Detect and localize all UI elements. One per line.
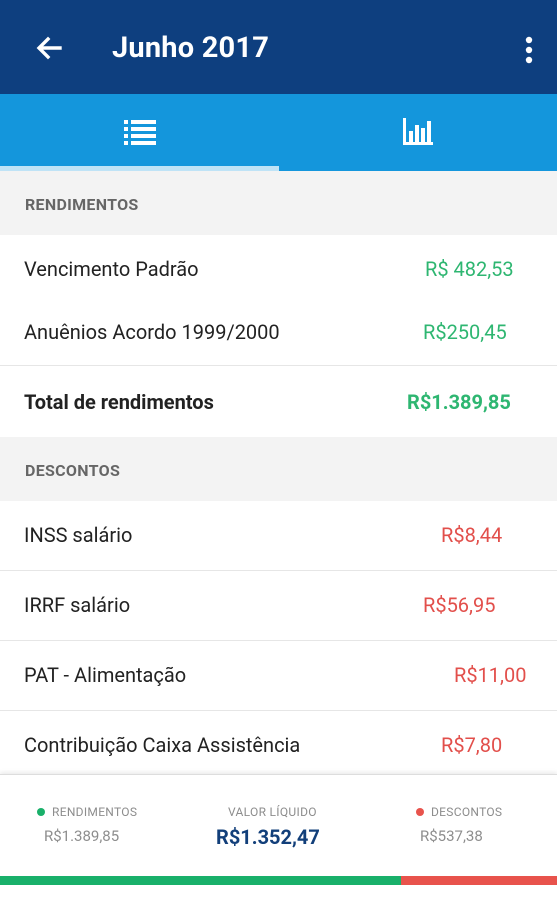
list-item[interactable]: IRRF salário R$56,95 <box>0 571 557 641</box>
income-proportion-bar <box>0 876 401 885</box>
total-label: Total de rendimentos <box>24 390 214 414</box>
valor-liquido-value: R$1.352,47 <box>216 825 320 849</box>
item-label: Vencimento Padrão <box>24 257 199 281</box>
summary-footer: RENDIMENTOS R$1.389,85 VALOR LÍQUIDO R$1… <box>0 774 557 900</box>
rendimentos-summary-label: RENDIMENTOS <box>52 805 138 819</box>
deduction-dot-icon <box>416 808 424 816</box>
page-title: Junho 2017 <box>112 31 270 65</box>
section-header-descontos: DESCONTOS <box>0 437 557 501</box>
descontos-summary-value: R$537,38 <box>420 827 483 845</box>
item-label: IRRF salário <box>24 593 131 617</box>
tab-list[interactable] <box>0 94 279 171</box>
income-dot-icon <box>37 808 45 816</box>
app-bar: Junho 2017 <box>0 0 557 94</box>
back-button[interactable] <box>30 28 70 68</box>
item-value: R$7,80 <box>441 733 503 757</box>
total-row: Total de rendimentos R$1.389,85 <box>0 368 557 438</box>
list-item[interactable]: Contribuição Caixa Assistência R$7,80 <box>0 711 557 775</box>
item-value: R$11,00 <box>454 663 527 687</box>
item-label: Anuênios Acordo 1999/2000 <box>24 320 280 344</box>
total-value: R$1.389,85 <box>407 390 511 414</box>
list-item[interactable]: INSS salário R$8,44 <box>0 501 557 571</box>
section-header-rendimentos: RENDIMENTOS <box>0 171 557 235</box>
item-value: R$ 482,53 <box>425 257 514 281</box>
rendimentos-summary-value: R$1.389,85 <box>44 827 120 845</box>
list-icon <box>124 120 156 145</box>
more-options-button[interactable] <box>512 30 546 70</box>
item-label: Contribuição Caixa Assistência <box>24 733 301 757</box>
bar-chart-icon <box>403 118 433 145</box>
item-value: R$8,44 <box>441 523 503 547</box>
item-value: R$250,45 <box>423 320 507 344</box>
tab-bar <box>0 94 557 171</box>
item-value: R$56,95 <box>423 593 496 617</box>
list-item[interactable]: PAT - Alimentação R$11,00 <box>0 641 557 711</box>
item-label: INSS salário <box>24 523 133 547</box>
more-vert-icon <box>525 36 533 64</box>
section-title: RENDIMENTOS <box>25 195 139 214</box>
list-item[interactable]: Anuênios Acordo 1999/2000 R$250,45 <box>0 298 557 366</box>
list-item[interactable]: Vencimento Padrão R$ 482,53 <box>0 235 557 303</box>
tab-chart[interactable] <box>279 94 557 171</box>
descontos-summary-label: DESCONTOS <box>431 805 503 819</box>
section-title: DESCONTOS <box>25 461 121 480</box>
valor-liquido-label: VALOR LÍQUIDO <box>228 805 317 819</box>
deduction-proportion-bar <box>401 876 557 885</box>
arrow-left-icon <box>36 36 62 60</box>
item-label: PAT - Alimentação <box>24 663 187 687</box>
